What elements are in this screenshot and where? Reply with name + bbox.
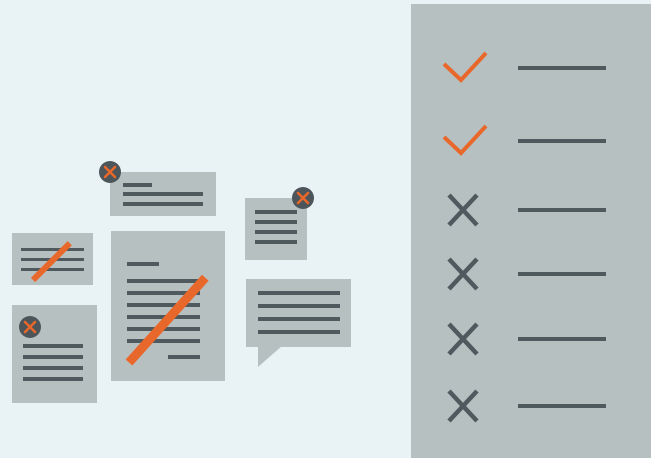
small-note-card bbox=[12, 233, 93, 285]
close-icon bbox=[292, 187, 314, 209]
text-line bbox=[127, 262, 159, 266]
text-line bbox=[21, 248, 84, 251]
speech-bubble-tail bbox=[258, 346, 282, 367]
checklist-panel bbox=[411, 4, 651, 458]
text-line bbox=[123, 183, 152, 187]
checklist-item bbox=[411, 319, 651, 359]
text-line bbox=[23, 355, 83, 359]
text-line bbox=[255, 230, 297, 234]
text-line bbox=[255, 220, 297, 224]
speech-bubble-card bbox=[246, 279, 351, 347]
checklist-item bbox=[411, 190, 651, 230]
check-icon bbox=[442, 51, 488, 83]
strike-through-mark bbox=[125, 274, 209, 366]
text-line bbox=[23, 377, 83, 381]
item-line bbox=[518, 337, 606, 341]
text-line bbox=[21, 268, 84, 271]
text-line bbox=[127, 303, 200, 307]
check-icon bbox=[442, 124, 488, 156]
x-icon bbox=[447, 322, 479, 356]
text-line bbox=[255, 240, 297, 244]
large-document-card bbox=[111, 231, 225, 381]
text-line bbox=[255, 210, 297, 214]
checklist-item bbox=[411, 121, 651, 161]
text-line bbox=[258, 317, 340, 321]
checklist-item bbox=[411, 386, 651, 426]
close-icon bbox=[19, 316, 41, 338]
text-line bbox=[127, 339, 200, 343]
wide-note-card bbox=[110, 172, 216, 216]
text-line bbox=[123, 202, 203, 206]
item-line bbox=[518, 272, 606, 276]
x-icon bbox=[447, 257, 479, 291]
text-line bbox=[258, 304, 340, 308]
item-line bbox=[518, 66, 606, 70]
x-icon bbox=[447, 389, 479, 423]
text-line bbox=[23, 366, 83, 370]
text-line bbox=[258, 330, 340, 334]
item-line bbox=[518, 139, 606, 143]
close-icon bbox=[99, 161, 121, 183]
item-line bbox=[518, 208, 606, 212]
checklist-item bbox=[411, 48, 651, 88]
text-line bbox=[23, 344, 83, 348]
item-line bbox=[518, 404, 606, 408]
text-line bbox=[127, 279, 200, 283]
text-line bbox=[258, 291, 340, 295]
x-icon bbox=[447, 193, 479, 227]
text-line bbox=[168, 355, 200, 359]
checklist-item bbox=[411, 254, 651, 294]
text-line bbox=[123, 192, 203, 196]
